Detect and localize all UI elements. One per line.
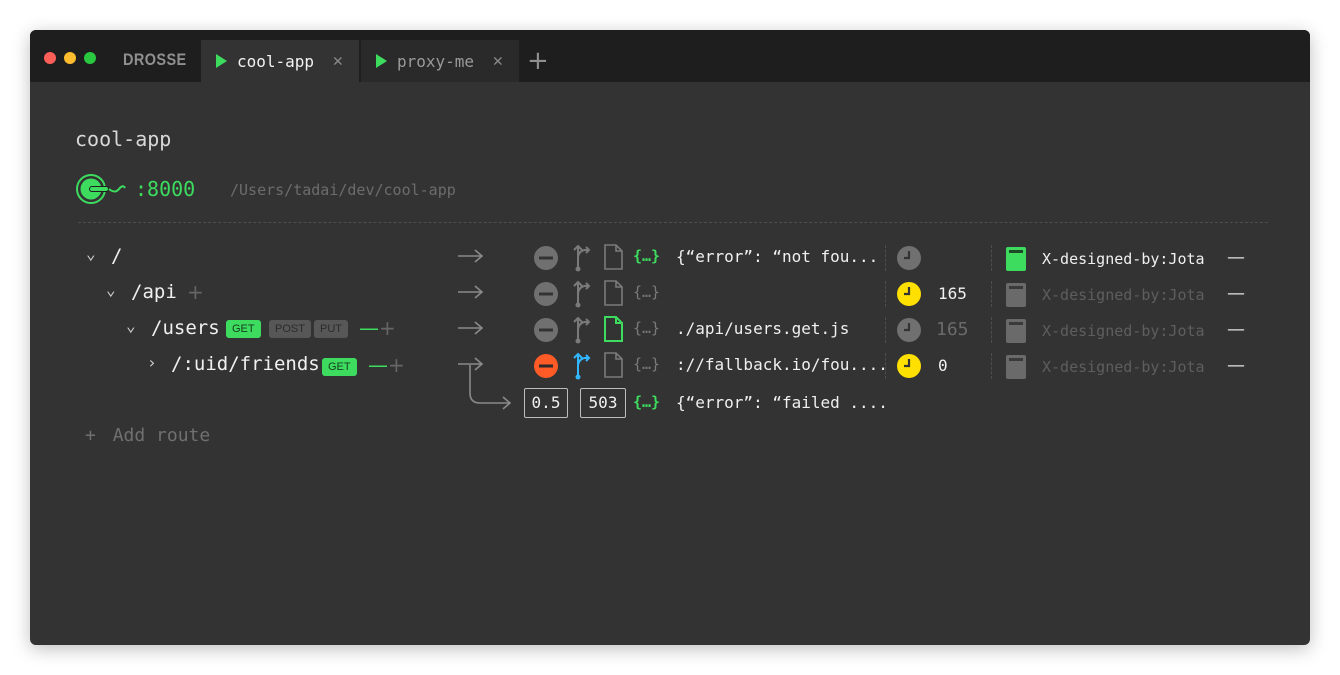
route-path[interactable]: /api xyxy=(131,281,177,303)
error-toggle-icon[interactable] xyxy=(533,245,559,271)
route-path[interactable]: /users xyxy=(151,317,220,339)
title-bar: DROSSE cool-app ✕ proxy-me ✕ + xyxy=(30,30,1310,82)
chevron-down-icon[interactable]: ⌄ xyxy=(86,244,96,263)
response-preview[interactable]: ./api/users.get.js xyxy=(676,319,849,338)
proxy-icon[interactable] xyxy=(571,280,593,308)
close-window-button[interactable] xyxy=(44,52,56,64)
fallback-body-preview[interactable]: {“error”: “failed .... xyxy=(676,393,888,412)
plus-icon: + xyxy=(85,425,96,446)
clock-icon[interactable] xyxy=(896,353,922,379)
json-body-icon[interactable]: {…} xyxy=(633,393,660,411)
clock-icon[interactable] xyxy=(896,317,922,343)
json-body-icon[interactable]: {…} xyxy=(633,355,660,373)
project-path: /Users/tadai/dev/cool-app xyxy=(230,181,456,199)
file-icon[interactable] xyxy=(603,280,623,306)
column-divider xyxy=(991,245,992,271)
headers-icon[interactable] xyxy=(1005,354,1027,380)
response-preview[interactable]: ://fallback.io/fou.... xyxy=(676,355,888,374)
header-value[interactable]: X-designed-by:Jota xyxy=(1042,286,1205,304)
route-path[interactable]: /:uid/friends xyxy=(171,353,320,375)
tab-close-icon[interactable]: ✕ xyxy=(333,51,343,71)
remove-method-button[interactable]: — xyxy=(359,316,379,340)
tab-label: cool-app xyxy=(237,51,315,71)
remove-header-button[interactable]: — xyxy=(1227,319,1245,340)
header-value[interactable]: X-designed-by:Jota xyxy=(1042,322,1205,340)
clock-icon[interactable] xyxy=(896,245,922,271)
tab-close-icon[interactable]: ✕ xyxy=(493,51,503,71)
arrow-right-icon xyxy=(458,321,484,335)
error-toggle-icon[interactable] xyxy=(533,353,559,379)
fallback-ratio-input[interactable]: 0.5 xyxy=(524,388,568,418)
play-icon xyxy=(216,54,227,68)
json-body-icon[interactable]: {…} xyxy=(633,283,660,301)
error-toggle-icon[interactable] xyxy=(533,317,559,343)
add-route-label: Add route xyxy=(112,425,211,446)
method-badge-get[interactable]: GET xyxy=(226,320,261,338)
column-divider xyxy=(885,245,886,271)
port-label[interactable]: :8000 xyxy=(135,177,195,201)
project-title: cool-app xyxy=(75,127,172,151)
proxy-icon[interactable] xyxy=(571,316,593,344)
column-divider xyxy=(991,317,992,343)
headers-icon[interactable] xyxy=(1005,246,1027,272)
chevron-down-icon[interactable]: ⌄ xyxy=(126,316,136,335)
remove-header-button[interactable]: — xyxy=(1227,247,1245,268)
divider xyxy=(78,222,1268,223)
column-divider xyxy=(885,353,886,379)
fallback-arrow-icon xyxy=(469,365,512,410)
remove-header-button[interactable]: — xyxy=(1227,283,1245,304)
method-badge-get[interactable]: GET xyxy=(322,358,357,376)
column-divider xyxy=(885,281,886,307)
tab-label: proxy-me xyxy=(397,51,475,71)
column-divider xyxy=(991,281,992,307)
header-value[interactable]: X-designed-by:Jota xyxy=(1042,358,1205,376)
add-route-button[interactable]: + Add route xyxy=(85,425,210,446)
chevron-right-icon[interactable]: › xyxy=(147,353,157,372)
remove-header-button[interactable]: — xyxy=(1227,355,1245,376)
column-divider xyxy=(991,353,992,379)
maximize-window-button[interactable] xyxy=(84,52,96,64)
file-icon[interactable] xyxy=(603,316,623,342)
response-preview[interactable]: {“error”: “not fou... xyxy=(676,247,878,266)
error-toggle-icon[interactable] xyxy=(533,281,559,307)
tab-cool-app[interactable]: cool-app ✕ xyxy=(201,40,359,82)
arrow-right-icon xyxy=(458,285,484,299)
column-divider xyxy=(885,317,886,343)
clock-icon[interactable] xyxy=(896,281,922,307)
add-tab-button[interactable]: + xyxy=(527,47,549,75)
fallback-status-input[interactable]: 503 xyxy=(580,388,626,418)
file-icon[interactable] xyxy=(603,352,623,378)
method-badge-post[interactable]: POST xyxy=(269,320,311,338)
app-brand: DROSSE xyxy=(123,50,187,69)
minimize-window-button[interactable] xyxy=(64,52,76,64)
add-subroute-button[interactable]: + xyxy=(187,280,204,304)
json-body-icon[interactable]: {…} xyxy=(633,319,660,337)
add-method-button[interactable]: + xyxy=(379,316,396,340)
play-icon xyxy=(376,54,387,68)
headers-icon[interactable] xyxy=(1005,282,1027,308)
add-method-button[interactable]: + xyxy=(388,353,405,377)
chevron-down-icon[interactable]: ⌄ xyxy=(106,280,116,299)
latency-value[interactable]: 165 xyxy=(938,284,967,303)
json-body-icon[interactable]: {…} xyxy=(633,247,660,265)
remove-method-button[interactable]: — xyxy=(368,353,388,377)
proxy-icon[interactable] xyxy=(571,244,593,272)
latency-value[interactable]: 165 xyxy=(936,319,969,340)
method-badge-put[interactable]: PUT xyxy=(314,320,348,338)
latency-value[interactable]: 0 xyxy=(938,356,948,375)
file-icon[interactable] xyxy=(603,244,623,270)
plug-icon[interactable] xyxy=(75,174,131,206)
route-path[interactable]: / xyxy=(111,245,122,267)
proxy-icon[interactable] xyxy=(571,352,593,380)
header-value[interactable]: X-designed-by:Jota xyxy=(1042,250,1205,268)
app-window: DROSSE cool-app ✕ proxy-me ✕ + cool-app … xyxy=(30,30,1310,645)
arrow-right-icon xyxy=(458,249,484,263)
headers-icon[interactable] xyxy=(1005,318,1027,344)
tab-proxy-me[interactable]: proxy-me ✕ xyxy=(361,40,519,82)
